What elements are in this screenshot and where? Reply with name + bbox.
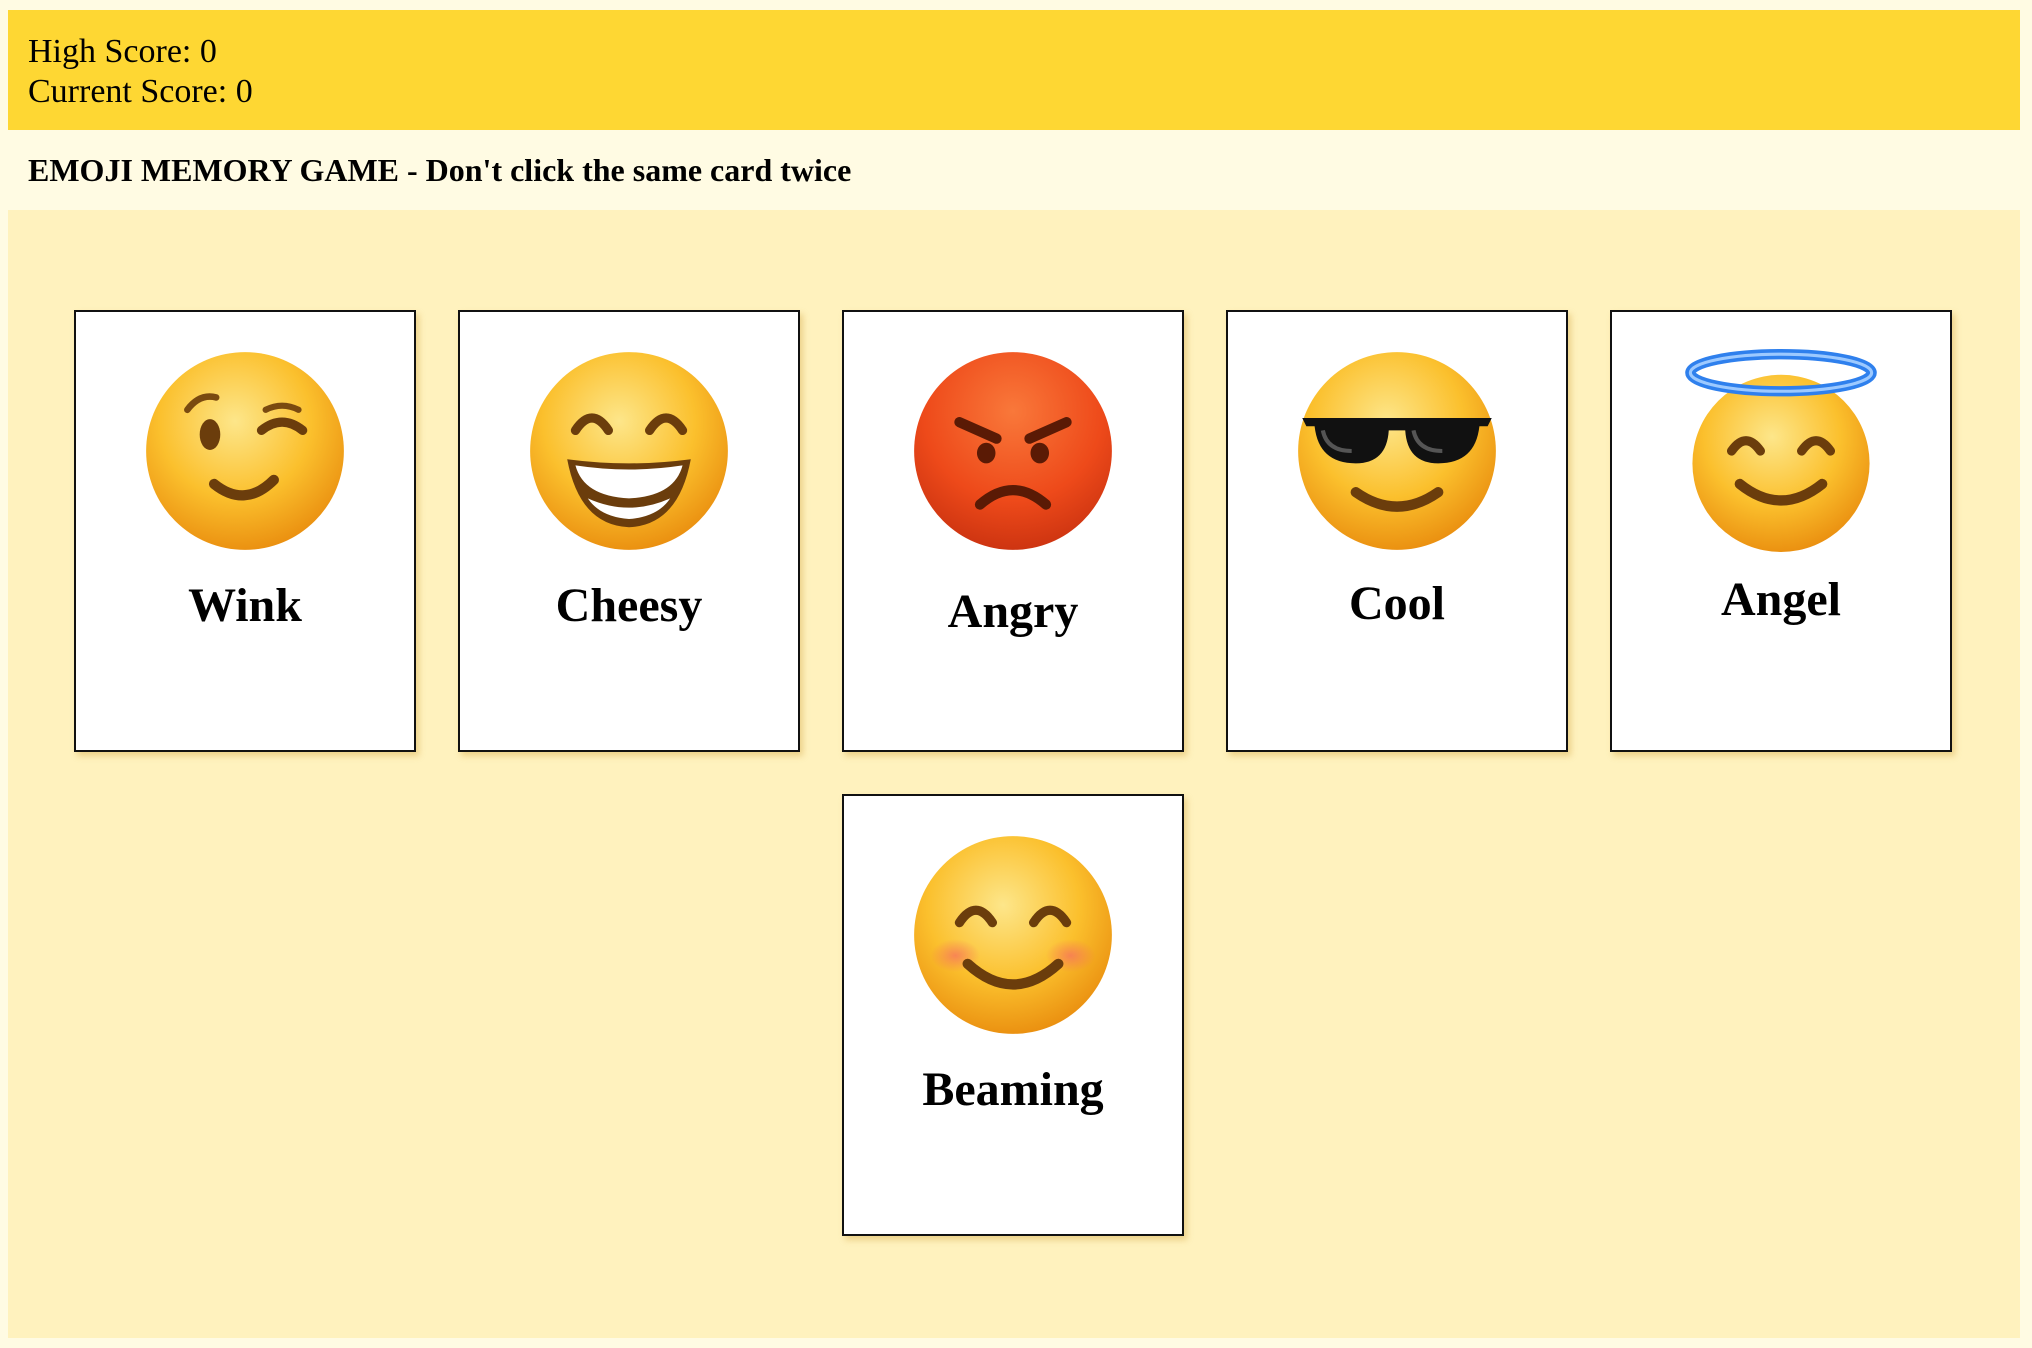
current-score: Current Score: 0 [28,73,253,110]
card-angel[interactable]: Angel [1610,310,1952,752]
card-label: Cool [1349,577,1445,630]
card-label: Cheesy [555,579,703,632]
smiling-face-with-smiling-eyes-icon [914,836,1112,1034]
card-label: Beaming [922,1063,1104,1116]
card-label: Angel [1721,573,1841,626]
grinning-face-with-smiling-eyes-icon [530,352,728,550]
smiling-face-with-halo-icon [1685,349,1877,552]
card-board: Wink Cheesy Angry Cool Angel Beaming [8,210,2020,1338]
winking-face-icon [146,352,344,550]
game-title: EMOJI MEMORY GAME - Don't click the same… [28,152,852,188]
high-score: High Score: 0 [28,33,217,70]
smiling-face-with-sunglasses-icon [1298,352,1496,550]
score-bar: High Score: 0 Current Score: 0 [8,10,2020,130]
card-angry[interactable]: Angry [842,310,1184,752]
card-label: Angry [947,585,1079,638]
card-cool[interactable]: Cool [1226,310,1568,752]
card-cheesy[interactable]: Cheesy [458,310,800,752]
card-label: Wink [188,579,302,632]
angry-face-icon [914,352,1112,550]
card-beaming[interactable]: Beaming [842,794,1184,1236]
card-wink[interactable]: Wink [74,310,416,752]
